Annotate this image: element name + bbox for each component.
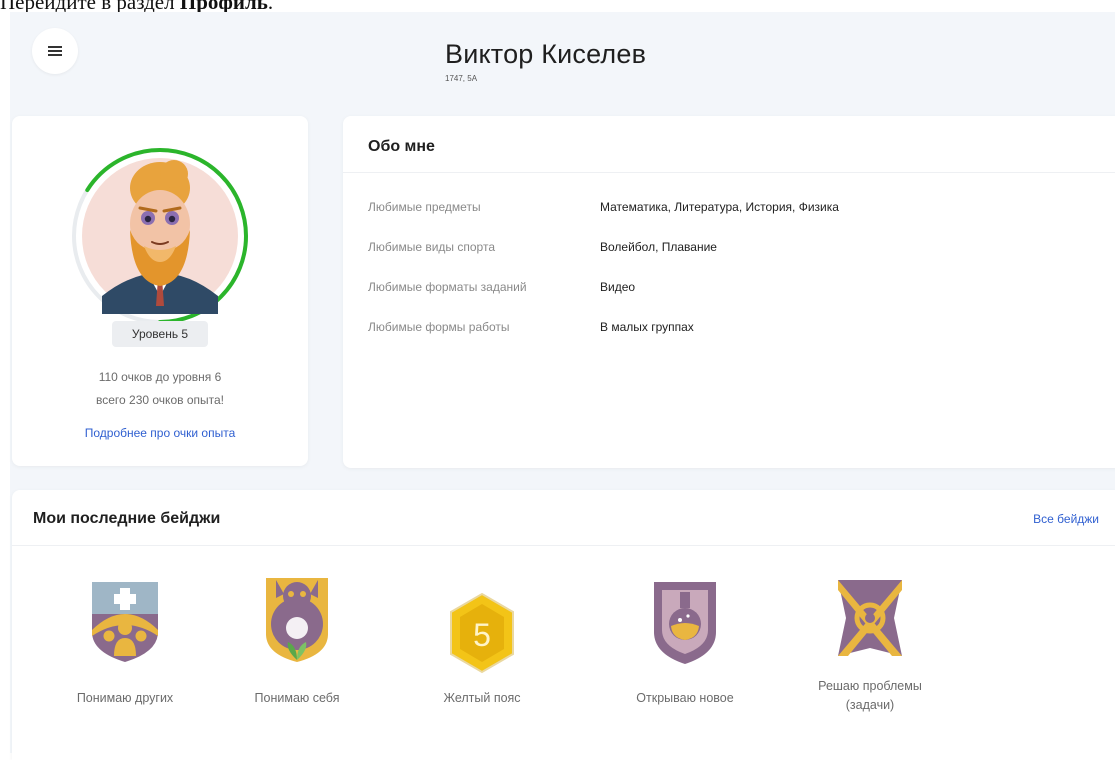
about-me-card: Обо мне Любимые предметы Математика, Лит…	[343, 116, 1115, 468]
about-row-key: Любимые виды спорта	[368, 240, 495, 254]
about-row-key: Любимые форматы заданий	[368, 280, 527, 294]
avatar-with-progress	[72, 148, 248, 324]
problem-solving-badge-icon	[838, 580, 902, 656]
experience-points-link[interactable]: Подробнее про очки опыта	[12, 426, 308, 440]
level-card: Уровень 5 110 очков до уровня 6 всего 23…	[12, 116, 308, 466]
user-class-info: 1747, 5А	[445, 74, 478, 83]
total-points: всего 230 очков опыта!	[96, 393, 224, 407]
about-row-value: Видео	[600, 280, 636, 294]
badge-label: Решаю проблемы	[818, 679, 922, 693]
about-row-key: Любимые предметы	[368, 200, 481, 214]
divider	[343, 172, 1115, 173]
badge-label: Понимаю других	[76, 691, 174, 705]
about-row-value: В малых группах	[600, 320, 694, 334]
badge-label: Открываю новое	[636, 691, 734, 705]
badge-label-line2: (задачи)	[845, 698, 895, 712]
about-row-value: Волейбол, Плавание	[600, 240, 717, 254]
menu-button[interactable]	[32, 28, 78, 74]
avatar	[82, 158, 238, 314]
badge-understand-others[interactable]: Понимаю других	[40, 572, 210, 742]
badge-label: Понимаю себя	[254, 691, 340, 705]
user-name: Виктор Киселев	[445, 39, 647, 69]
badge-problem-solving[interactable]: Решаю проблемы (задачи)	[785, 572, 955, 742]
badge-label: Желтый пояс	[443, 691, 521, 705]
about-row-key: Любимые формы работы	[368, 320, 510, 334]
profile-page: Виктор Киселев 1747, 5А Уровень 5 110 оч…	[10, 12, 1115, 760]
badge-discover-new[interactable]: Открываю новое	[600, 572, 770, 742]
discover-new-badge-icon	[654, 582, 716, 664]
badges-card: Мои последние бейджи Все бейджи Понимаю …	[12, 490, 1115, 760]
divider	[12, 545, 1115, 546]
badge-number: 5	[473, 617, 491, 653]
about-me-title: Обо мне	[368, 138, 435, 155]
understand-self-badge-icon	[266, 578, 328, 662]
all-badges-link[interactable]: Все бейджи	[1033, 512, 1099, 526]
badges-title: Мои последние бейджи	[33, 510, 221, 527]
about-row-value: Математика, Литература, История, Физика	[600, 200, 839, 214]
yellow-belt-badge-icon: 5	[450, 592, 514, 674]
level-badge: Уровень 5	[112, 321, 208, 347]
hamburger-menu-icon	[48, 46, 62, 56]
understand-others-badge-icon	[92, 582, 158, 662]
points-to-next-level: 110 очков до уровня 6	[98, 370, 222, 384]
badge-yellow-belt[interactable]: 5 Желтый пояс	[397, 572, 567, 742]
badge-understand-self[interactable]: Понимаю себя	[212, 572, 382, 742]
